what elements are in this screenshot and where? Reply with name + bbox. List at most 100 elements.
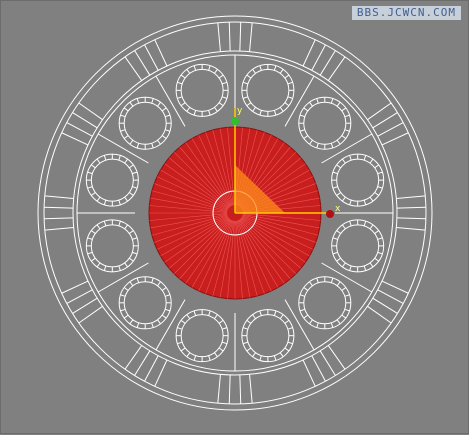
bolt-hole-tooth bbox=[103, 265, 107, 271]
rim-spoke bbox=[228, 374, 231, 404]
bolt-hole-outer bbox=[331, 219, 385, 273]
bolt-hole-inner bbox=[90, 224, 134, 268]
bolt-hole-tooth bbox=[193, 355, 197, 361]
bolt-hole-tooth bbox=[349, 265, 352, 271]
bolt-hole-tooth bbox=[349, 220, 352, 227]
bolt-hole-tooth bbox=[246, 102, 252, 107]
bolt-hole-tooth bbox=[341, 158, 346, 164]
bolt-hole-tooth bbox=[129, 230, 134, 234]
rim-spoke bbox=[144, 44, 159, 71]
rim-spoke bbox=[44, 206, 74, 209]
bolt-hole-tooth bbox=[279, 107, 284, 112]
bolt-hole-tooth bbox=[369, 158, 374, 164]
bolt-hole-tooth bbox=[284, 319, 290, 324]
bolt-hole-tooth bbox=[259, 65, 262, 71]
bolt-hole-tooth bbox=[123, 135, 129, 139]
bolt-hole-tooth bbox=[246, 319, 252, 324]
bolt-hole-tooth bbox=[214, 314, 218, 319]
rim-spoke bbox=[377, 122, 404, 137]
bolt-hole-tooth bbox=[165, 294, 171, 297]
bolt-hole-tooth bbox=[177, 96, 183, 99]
bolt-hole bbox=[85, 153, 139, 207]
bolt-hole-inner bbox=[303, 281, 347, 325]
bolt-hole-tooth bbox=[363, 220, 367, 227]
rim-spoke bbox=[311, 355, 326, 382]
bolt-hole-tooth bbox=[180, 74, 186, 79]
bolt-hole-tooth bbox=[129, 319, 134, 325]
bolt-hole-tooth bbox=[273, 310, 277, 316]
bolt-hole-tooth bbox=[303, 135, 309, 139]
bolt-hole-tooth bbox=[377, 237, 383, 240]
bolt-hole-inner bbox=[180, 314, 224, 358]
bolt-hole-tooth bbox=[165, 129, 171, 132]
rim-spoke bbox=[239, 22, 242, 52]
bolt-hole-tooth bbox=[309, 101, 313, 107]
bolt-hole-tooth bbox=[87, 186, 93, 189]
bolt-hole-inner bbox=[180, 68, 224, 112]
bolt-hole-tooth bbox=[193, 65, 197, 71]
bolt-hole-tooth bbox=[316, 277, 319, 283]
bolt-hole-tooth bbox=[151, 98, 154, 104]
bolt-hole-outer bbox=[175, 63, 229, 117]
bolt-hole-tooth bbox=[124, 224, 129, 230]
bolt-hole-tooth bbox=[344, 129, 350, 132]
bolt-hole-tooth bbox=[120, 294, 126, 297]
gizmo-x-label: x bbox=[335, 204, 341, 214]
bolt-hole-tooth bbox=[208, 110, 211, 116]
bolt-hole-tooth bbox=[157, 139, 161, 145]
bolt-hole-tooth bbox=[124, 158, 129, 164]
bolt-hole-tooth bbox=[341, 262, 346, 268]
rim-spoke bbox=[134, 350, 151, 376]
rim-spoke bbox=[72, 112, 98, 129]
viewport-3d[interactable]: yx BBS.JCWCN.COM bbox=[0, 0, 469, 434]
bolt-hole-tooth bbox=[151, 322, 154, 328]
bolt-hole-tooth bbox=[341, 107, 347, 112]
bolt-hole-tooth bbox=[161, 135, 167, 139]
bolt-hole bbox=[118, 276, 172, 330]
bolt-hole bbox=[175, 309, 229, 363]
bolt-hole-tooth bbox=[316, 98, 319, 104]
bolt-hole-tooth bbox=[374, 192, 380, 196]
bolt-hole-tooth bbox=[299, 308, 305, 312]
bolt-hole-tooth bbox=[336, 192, 341, 196]
bolt-hole-outer bbox=[118, 276, 172, 330]
bolt-hole-tooth bbox=[273, 110, 277, 116]
rim-spoke bbox=[217, 374, 221, 404]
bolt-hole-tooth bbox=[87, 251, 93, 255]
bolt-hole bbox=[241, 309, 295, 363]
bolt-hole-tooth bbox=[259, 110, 262, 116]
rim-spoke bbox=[66, 122, 93, 137]
bolt-hole-tooth bbox=[186, 352, 191, 358]
rim-spoke bbox=[381, 132, 409, 146]
bolt-hole-tooth bbox=[129, 192, 134, 196]
bolt-hole-tooth bbox=[259, 310, 262, 316]
rim-spoke bbox=[377, 289, 404, 304]
bolt-hole-tooth bbox=[336, 139, 341, 145]
bolt-hole-tooth bbox=[341, 135, 347, 139]
rim-spoke bbox=[396, 206, 426, 209]
bolt-hole-tooth bbox=[336, 319, 341, 325]
bolt-hole-tooth bbox=[118, 220, 121, 227]
wireframe-model[interactable]: yx bbox=[1, 1, 469, 435]
bolt-hole-tooth bbox=[242, 96, 249, 99]
rim-spoke bbox=[319, 350, 336, 376]
bolt-hole-inner bbox=[336, 224, 380, 268]
bolt-hole-tooth bbox=[374, 230, 380, 234]
bolt-hole-tooth bbox=[218, 347, 224, 352]
bolt-hole-tooth bbox=[221, 96, 228, 99]
rim-spoke bbox=[327, 56, 346, 81]
bolt-hole-tooth bbox=[208, 355, 211, 361]
bolt-hole-tooth bbox=[87, 171, 93, 175]
bolt-hole-tooth bbox=[332, 171, 338, 175]
bolt-hole-tooth bbox=[218, 74, 224, 79]
rim-spoke bbox=[44, 227, 74, 231]
rim-spoke bbox=[61, 132, 89, 146]
bolt-hole-tooth bbox=[123, 314, 129, 319]
bolt-hole-tooth bbox=[208, 65, 211, 71]
bolt-hole-tooth bbox=[90, 257, 96, 262]
bolt-hole-tooth bbox=[132, 186, 138, 189]
bolt-hole-tooth bbox=[90, 230, 96, 234]
rim-spoke bbox=[44, 217, 74, 220]
bolt-hole-tooth bbox=[157, 281, 161, 287]
bolt-hole-tooth bbox=[284, 347, 290, 352]
